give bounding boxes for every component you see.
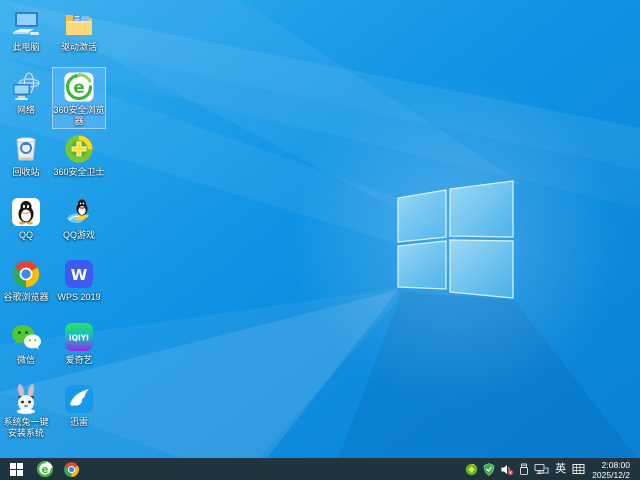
icon-label: 爱奇艺 xyxy=(65,354,93,365)
keyboard-layout-icon[interactable] xyxy=(572,463,585,475)
icon-label: 迅雷 xyxy=(69,417,88,427)
desktop-icon-chrome[interactable]: 谷歌浏览器 xyxy=(0,254,52,317)
desktop-icon-driver-folder[interactable]: 驱动激活 xyxy=(52,4,106,67)
shield-tray-icon[interactable] xyxy=(483,462,495,476)
iqiyi-icon: iQIYI xyxy=(62,320,96,354)
desktop-icon-wps[interactable]: W WPS 2019 xyxy=(52,254,106,317)
taskbar-360-browser-button[interactable]: e xyxy=(32,458,58,480)
icon-label: QQ xyxy=(18,229,33,240)
desktop-icon-360-safety-guard[interactable]: 360安全卫士 xyxy=(52,129,106,192)
icon-label: 此电脑 xyxy=(12,42,40,52)
icon-label: 微信 xyxy=(16,354,35,365)
360-safety-tray-icon[interactable] xyxy=(465,463,478,476)
taskbar: e 英 2:08:00 2025/12/2 xyxy=(0,458,640,480)
desktop-icon-network[interactable]: 网络 xyxy=(0,67,52,130)
desktop-icon-this-pc[interactable]: 此电脑 xyxy=(0,4,52,67)
network-icon xyxy=(9,70,43,104)
desktop-icon-iqiyi[interactable]: iQIYI 爱奇艺 xyxy=(52,317,106,380)
volume-muted-icon[interactable] xyxy=(500,463,514,476)
icon-label: 回收站 xyxy=(12,167,40,177)
browser-360-icon: e xyxy=(62,70,96,104)
desktop-icon-grid: 此电脑 网络 回收站 QQ 谷歌浏览器 微信 系统兔一键安装系统 驱动激活 e … xyxy=(0,4,106,442)
desktop-icon-qq[interactable]: QQ xyxy=(0,192,52,255)
icon-label: 驱动激活 xyxy=(60,42,97,52)
desktop-icon-recycle-bin[interactable]: 回收站 xyxy=(0,129,52,192)
icon-label: 360安全卫士 xyxy=(53,167,105,177)
svg-text:e: e xyxy=(42,465,49,476)
start-button[interactable] xyxy=(0,458,32,480)
chrome-taskbar-icon xyxy=(63,461,79,477)
taskbar-clock[interactable]: 2:08:00 2025/12/2 xyxy=(590,459,634,480)
folder-icon xyxy=(62,7,96,41)
desktop-icon-system-rabbit[interactable]: 系统兔一键安装系统 xyxy=(0,379,52,442)
desktop-icon-qq-games[interactable]: QQ游戏 xyxy=(52,192,106,255)
clock-time: 2:08:00 xyxy=(601,459,630,470)
clock-date: 2025/12/2 xyxy=(592,469,630,480)
computer-icon xyxy=(9,7,43,41)
wechat-icon xyxy=(9,320,43,354)
windows-start-icon xyxy=(9,462,23,476)
wps-icon: W xyxy=(62,257,96,291)
usb-device-icon[interactable] xyxy=(519,463,529,476)
svg-text:e: e xyxy=(73,78,85,98)
icon-label: 网络 xyxy=(16,104,35,115)
thunder-icon xyxy=(62,382,96,416)
desktop-icon-wechat[interactable]: 微信 xyxy=(0,317,52,380)
icon-label: 系统兔一键安装系统 xyxy=(3,417,49,438)
ime-indicator[interactable]: 英 xyxy=(554,458,567,480)
svg-text:iQIYI: iQIYI xyxy=(69,333,89,342)
icon-label: 360安全浏览器 xyxy=(53,104,105,126)
recycle-bin-icon xyxy=(9,132,43,166)
desktop-icon-thunder[interactable]: 迅雷 xyxy=(52,379,106,442)
safety-guard-icon xyxy=(62,132,96,166)
icon-label: 谷歌浏览器 xyxy=(3,292,49,302)
system-tray: 英 2:08:00 2025/12/2 xyxy=(465,458,640,480)
svg-text:W: W xyxy=(71,266,88,284)
qq-icon xyxy=(9,195,43,229)
network-tray-icon[interactable] xyxy=(534,463,549,476)
qq-games-icon xyxy=(62,195,96,229)
browser-360-taskbar-icon: e xyxy=(36,460,54,478)
system-rabbit-icon xyxy=(9,382,43,416)
chrome-icon xyxy=(9,257,43,291)
icon-label: QQ游戏 xyxy=(62,229,95,240)
desktop-icon-360-browser[interactable]: e 360安全浏览器 xyxy=(52,66,106,129)
taskbar-chrome-button[interactable] xyxy=(58,458,84,480)
icon-label: WPS 2019 xyxy=(57,292,101,302)
